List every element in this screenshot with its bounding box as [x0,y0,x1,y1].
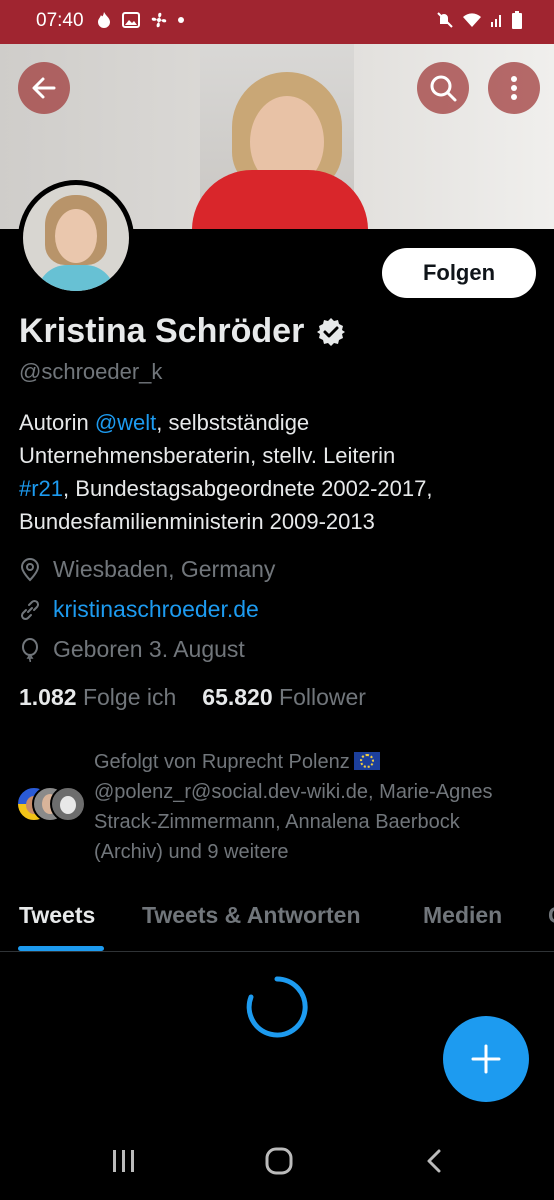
tab-media[interactable]: Medien [423,902,502,929]
website-row: kristinaschroeder.de [19,596,259,623]
home-icon[interactable] [264,1146,294,1176]
plus-icon [471,1044,501,1074]
followed-by-line: @polenz_r@social.dev-wiki.de, Marie-Agne… [94,781,493,803]
loading-spinner-icon [246,976,308,1038]
more-vertical-icon [511,76,517,100]
link-icon [19,598,41,622]
recent-apps-icon[interactable] [111,1148,137,1174]
profile-tabs: Tweets Tweets & Antworten Medien G [0,880,554,952]
followed-by-text[interactable]: Gefolgt von Ruprecht Polenz @polenz_r@so… [94,747,544,867]
notification-icons [96,11,184,29]
signal-icon [491,15,501,27]
status-bar: 07:40 [0,0,554,44]
tab-tweets[interactable]: Tweets [19,902,95,929]
follow-button[interactable]: Folgen [382,248,536,298]
more-notifications-icon [178,17,184,23]
system-navigation-bar [0,1120,554,1200]
bio-text: , selbstständige [156,410,310,435]
wifi-icon [463,13,481,27]
bio-text: Autorin [19,410,95,435]
mute-icon [437,12,453,28]
profile-bio: Autorin @welt, selbstständige Unternehme… [19,406,539,538]
balloon-icon [19,637,41,662]
back-button[interactable] [18,62,70,114]
birthday-row: Geboren 3. August [19,636,245,663]
more-options-button[interactable] [488,62,540,114]
battery-icon [512,11,522,29]
image-icon [122,12,140,28]
arrow-left-icon [32,77,56,99]
compose-tweet-button[interactable] [443,1016,529,1102]
following-label: Folge ich [82,684,177,710]
profile-birthday: Geboren 3. August [53,636,245,662]
active-tab-indicator [18,946,104,951]
location-row: Wiesbaden, Germany [19,556,275,583]
bio-hashtag-r21[interactable]: #r21 [19,476,63,501]
profile-location: Wiesbaden, Germany [53,556,276,582]
tab-tweets-and-replies[interactable]: Tweets & Antworten [142,902,361,929]
search-button[interactable] [417,62,469,114]
followers-label: Follower [279,684,366,710]
followed-by-line: Gefolgt von Ruprecht Polenz [94,751,350,773]
tab-likes-partial[interactable]: G [548,902,554,929]
flame-icon [98,12,110,28]
profile-name: Kristina Schröder [19,312,305,350]
bio-text: , Bundestagsabgeordnete 2002-2017, [63,476,433,501]
search-icon [430,75,457,102]
followers-count: 65.820 [202,684,273,710]
location-pin-icon [19,557,41,582]
status-time: 07:40 [36,10,84,31]
verified-badge-icon [317,317,346,346]
bio-text: Bundesfamilienministerin 2009-2013 [19,509,375,534]
back-nav-icon[interactable] [424,1148,444,1174]
followers-stat[interactable]: 65.820 Follower [202,684,366,711]
system-icons [436,11,522,29]
bio-link-welt[interactable]: @welt [95,410,156,435]
followed-by-line: (Archiv) und 9 weitere [94,841,289,863]
follower-avatar [50,786,86,822]
profile-avatar[interactable] [18,180,134,296]
eu-flag-icon [353,752,380,770]
following-count: 1.082 [19,684,77,710]
following-stat[interactable]: 1.082 Folge ich [19,684,176,711]
follow-stats: 1.082 Folge ich 65.820 Follower [19,684,366,711]
profile-handle: @schroeder_k [19,359,163,384]
profile-website-link[interactable]: kristinaschroeder.de [53,596,259,623]
followed-by-line: Strack-Zimmermann, Annalena Baerbock [94,811,460,833]
fan-icon [151,12,167,28]
profile-name-row: Kristina Schröder [19,312,346,351]
bio-text: Unternehmensberaterin, stellv. Leiterin [19,443,396,468]
